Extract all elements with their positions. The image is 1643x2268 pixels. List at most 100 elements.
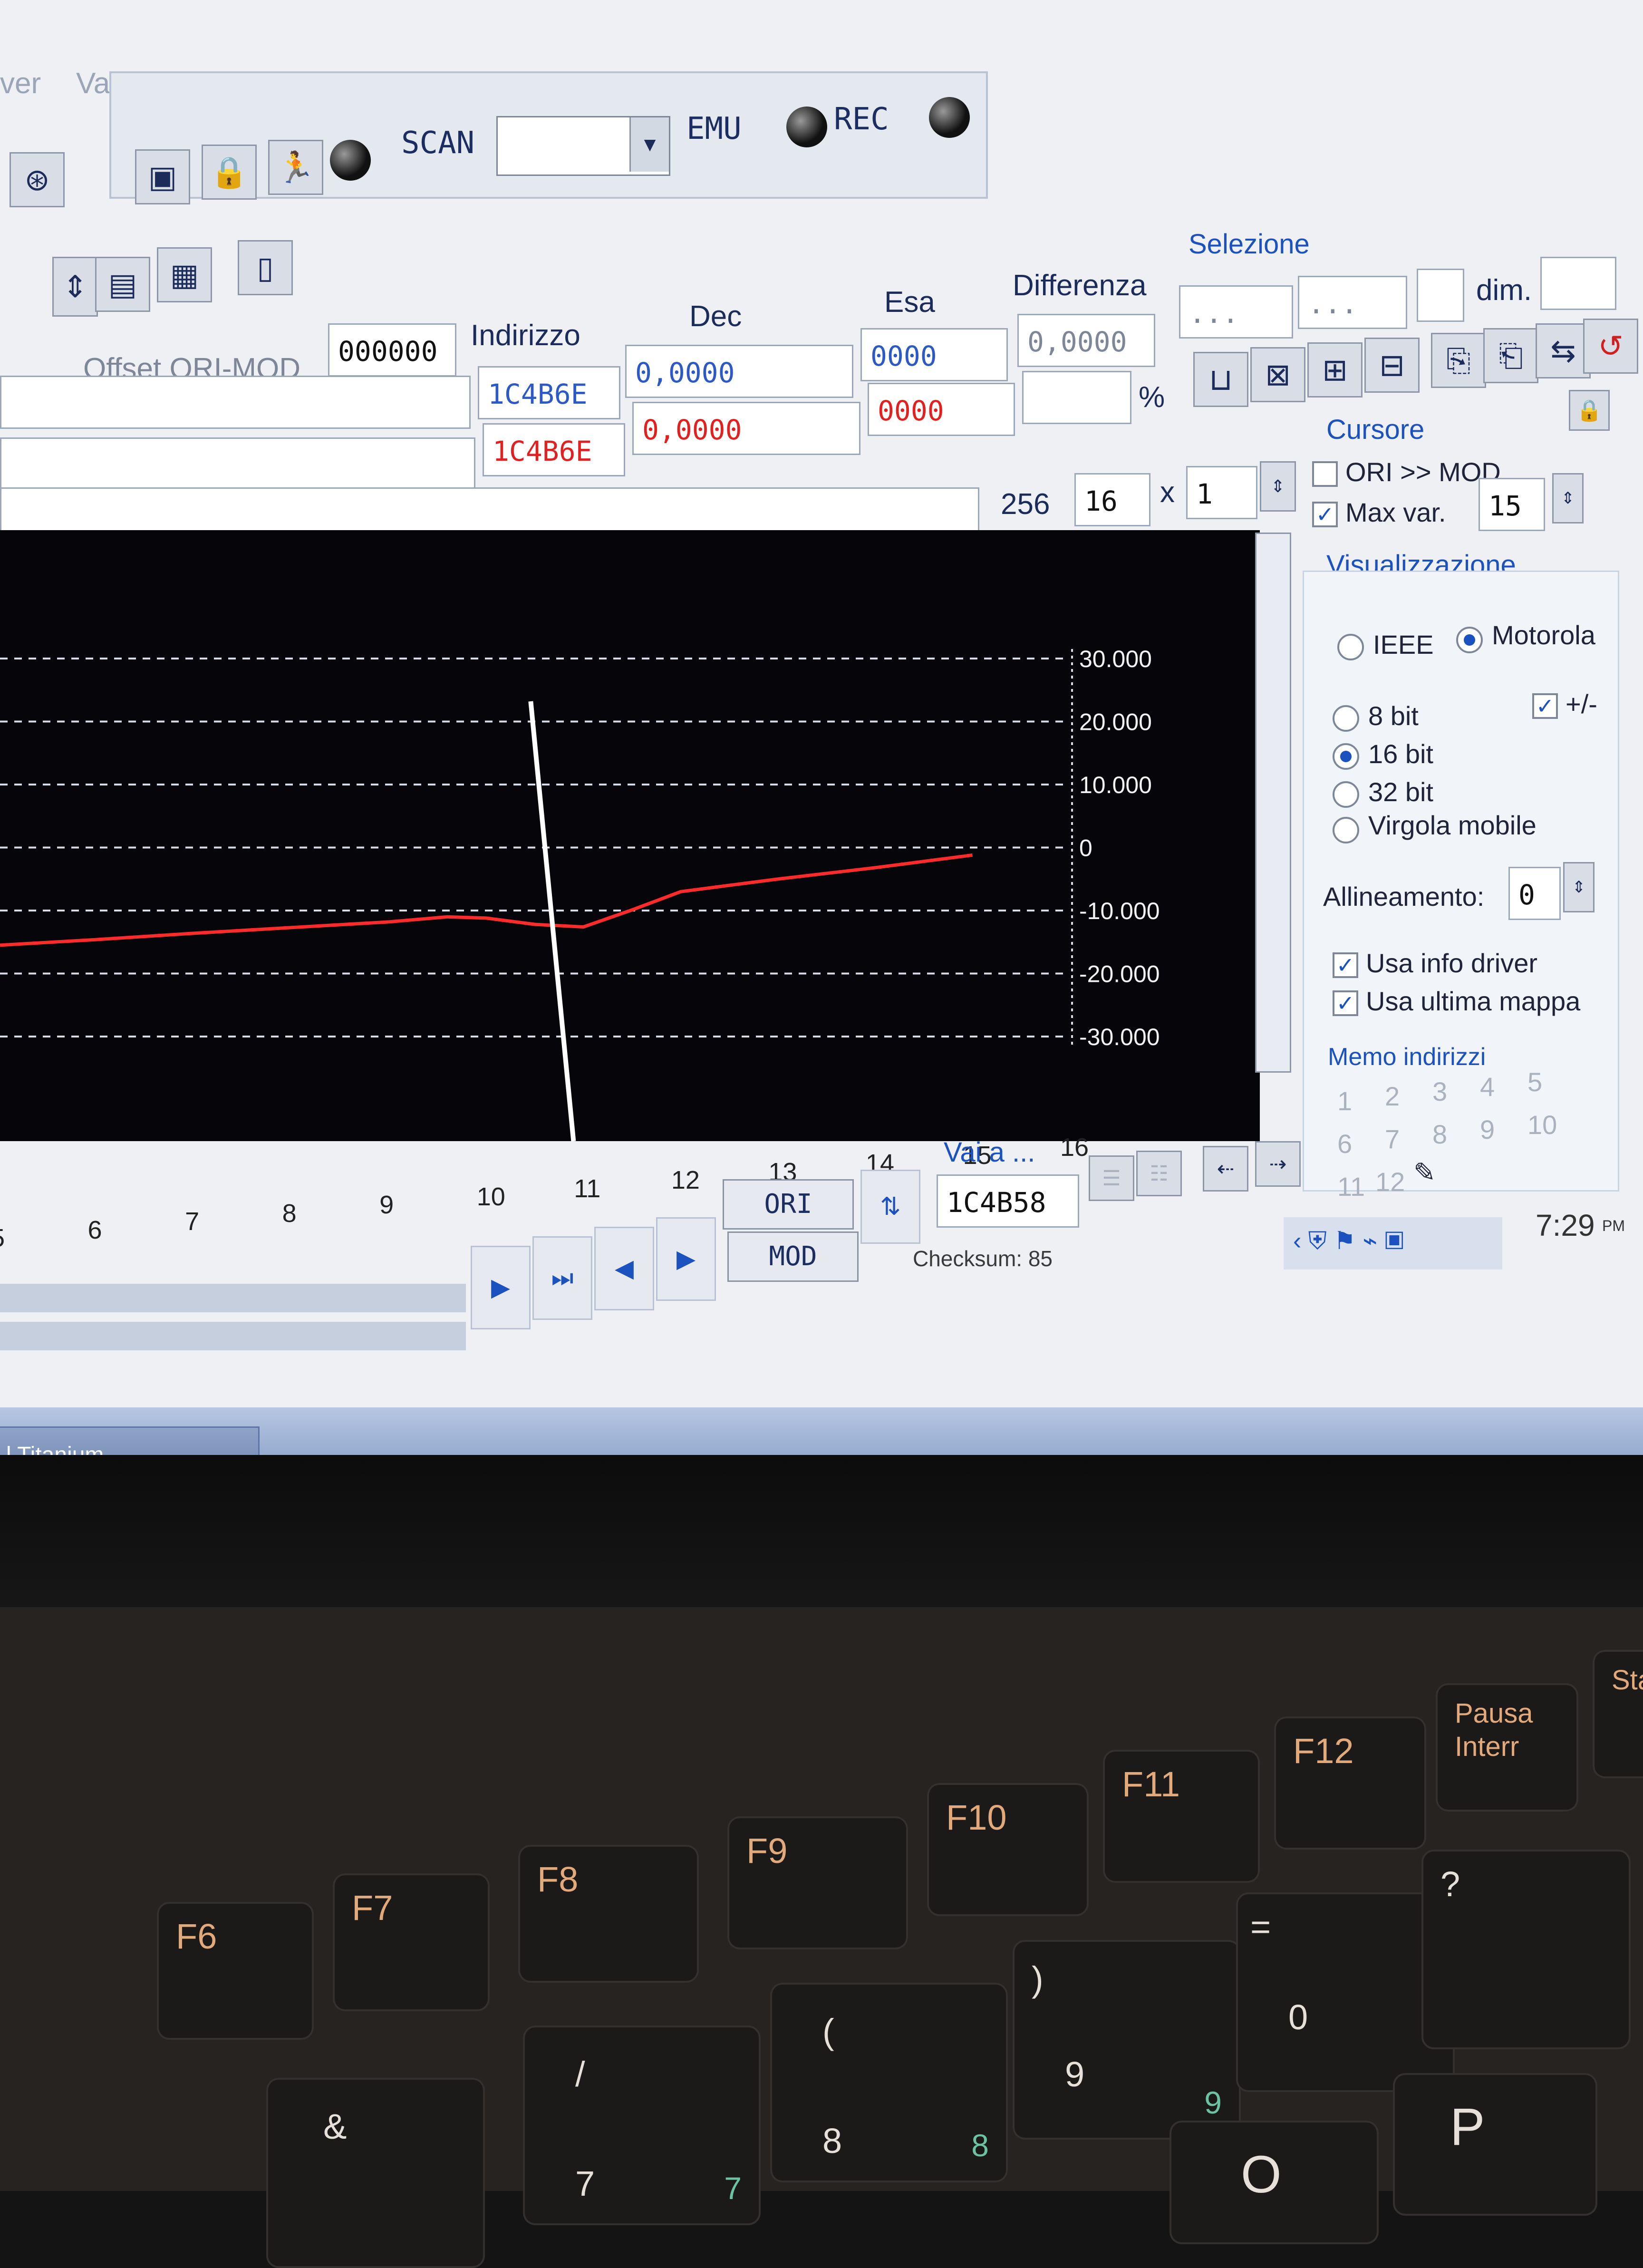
allineamento-field[interactable]: 0 xyxy=(1508,867,1561,920)
key-9[interactable]: ) 9 9 xyxy=(1013,1940,1241,2140)
cursor-line[interactable] xyxy=(528,701,576,1141)
key-8[interactable]: ( 8 8 xyxy=(770,1983,1008,2182)
bit16-radio[interactable] xyxy=(1333,743,1359,770)
dim-field[interactable] xyxy=(1540,257,1616,310)
usa-info-driver-checkbox[interactable]: ✓ xyxy=(1333,952,1358,978)
mod-description-field[interactable] xyxy=(0,437,475,491)
horizontal-scrollbar[interactable] xyxy=(0,1284,466,1312)
memo-slot[interactable]: 9 xyxy=(1480,1114,1495,1145)
key-f8[interactable]: F8 xyxy=(518,1845,699,1983)
step-back-icon[interactable]: ◀ xyxy=(594,1227,654,1310)
tray-arrow-icon[interactable]: ‹ ⛨ ⚑ ⌁ ▣ xyxy=(1293,1227,1404,1256)
ori-esa-field[interactable]: 0000 xyxy=(860,328,1008,381)
tray-icons[interactable]: ‹ ⛨ ⚑ ⌁ ▣ xyxy=(1284,1217,1502,1270)
ori-differenza-field[interactable]: 0,0000 xyxy=(1017,314,1155,367)
bit32-radio[interactable] xyxy=(1333,781,1359,808)
memo-slot[interactable]: 12 xyxy=(1375,1166,1405,1197)
emu-label[interactable]: EMU xyxy=(686,111,742,146)
memo-slot[interactable]: 1 xyxy=(1337,1086,1352,1116)
paste-icon[interactable]: ⎗ xyxy=(1483,328,1538,383)
memo-slot[interactable]: 11 xyxy=(1337,1171,1365,1202)
text-view-icon[interactable]: ▯ xyxy=(238,240,293,295)
memo-list-icon[interactable]: ☰ xyxy=(1089,1155,1134,1201)
key-f12[interactable]: F12 xyxy=(1274,1716,1426,1850)
skip-end-icon[interactable]: ⏭ xyxy=(532,1236,592,1320)
table-icon[interactable]: ▣ xyxy=(135,149,190,204)
key-question[interactable]: ? xyxy=(1421,1850,1631,2049)
allineamento-spin-icon[interactable]: ⇕ xyxy=(1563,862,1595,912)
memo-slot[interactable]: 2 xyxy=(1385,1081,1400,1112)
scan-label[interactable]: SCAN xyxy=(401,126,474,161)
usa-ultima-mappa-checkbox[interactable]: ✓ xyxy=(1333,990,1358,1016)
key-f6[interactable]: F6 xyxy=(157,1902,314,2040)
clock[interactable]: 7:29 xyxy=(1536,1208,1595,1243)
ori-indirizzo-field[interactable]: 1C4B6E xyxy=(478,366,620,419)
chart-vertical-scrollbar[interactable] xyxy=(1255,533,1291,1073)
play-icon[interactable]: ▶ xyxy=(471,1246,531,1329)
memo-slot[interactable]: 5 xyxy=(1527,1066,1542,1097)
motorola-radio[interactable] xyxy=(1456,627,1483,653)
signed-checkbox[interactable]: ✓ xyxy=(1532,693,1558,719)
mod-dec-field[interactable]: 0,0000 xyxy=(632,402,860,455)
key-f9[interactable]: F9 xyxy=(727,1816,908,1949)
key-pausa[interactable]: Pausa Interr xyxy=(1436,1683,1578,1812)
mod-indirizzo-field[interactable]: 1C4B6E xyxy=(483,423,625,476)
row-edit-icon[interactable]: ⊟ xyxy=(1364,338,1420,393)
offset-value[interactable]: 000000 xyxy=(328,323,456,377)
memo-prev-icon[interactable]: ⇠ xyxy=(1203,1146,1248,1192)
mod-differenza-field[interactable] xyxy=(1022,371,1131,424)
binoculars-icon[interactable]: ⊛ xyxy=(10,152,65,207)
ori-mod-checkbox[interactable] xyxy=(1312,461,1338,487)
memo-slot[interactable]: 7 xyxy=(1385,1124,1400,1154)
spin-up-down-icon[interactable]: ⇕ xyxy=(52,257,98,317)
select-range-icon[interactable]: ⊔ xyxy=(1193,352,1248,407)
horizontal-scrollbar-2[interactable] xyxy=(0,1322,466,1350)
hex-view-icon[interactable]: ▦ xyxy=(157,247,212,302)
ieee-radio[interactable] xyxy=(1337,634,1364,660)
insert-column-icon[interactable]: ⊞ xyxy=(1307,342,1363,397)
map-view-icon[interactable]: ▤ xyxy=(95,257,150,312)
max-var-field[interactable]: 15 xyxy=(1479,478,1545,531)
size-spin-icon[interactable]: ⇕ xyxy=(1260,461,1296,512)
max-var-checkbox[interactable]: ✓ xyxy=(1312,502,1338,527)
ori-button[interactable]: ORI xyxy=(723,1179,854,1230)
chevron-down-icon[interactable]: ▼ xyxy=(629,117,669,172)
key-ampersand[interactable]: & xyxy=(266,2078,485,2268)
size-field-b[interactable]: 16 xyxy=(1074,473,1150,526)
key-7[interactable]: / 7 7 xyxy=(523,2026,761,2225)
key-sta[interactable]: Sta xyxy=(1593,1650,1643,1778)
memo-edit-icon[interactable]: ✎ xyxy=(1413,1157,1436,1188)
key-f10[interactable]: F10 xyxy=(927,1783,1089,1916)
selezione-field-c[interactable] xyxy=(1417,269,1464,322)
memo-slot[interactable]: 10 xyxy=(1527,1109,1557,1140)
bit8-radio[interactable] xyxy=(1333,705,1359,732)
transfer-icon[interactable]: ⇆ xyxy=(1536,323,1591,378)
memo-next-icon[interactable]: ⇢ xyxy=(1255,1141,1301,1187)
step-forward-icon[interactable]: ▶ xyxy=(656,1217,716,1301)
key-p[interactable]: P xyxy=(1393,2073,1597,2216)
key-o[interactable]: O xyxy=(1169,2121,1379,2244)
lock-icon[interactable]: 🔒 xyxy=(202,145,257,200)
max-var-spin-icon[interactable]: ⇕ xyxy=(1552,473,1584,523)
rec-label[interactable]: REC xyxy=(834,102,889,137)
run-icon[interactable]: 🏃 xyxy=(268,140,323,195)
mod-button[interactable]: MOD xyxy=(727,1231,859,1282)
menu-item-ver[interactable]: ver xyxy=(0,67,41,100)
lock-icon[interactable]: 🔒 xyxy=(1569,390,1610,431)
mod-esa-field[interactable]: 0000 xyxy=(868,383,1015,436)
ori-dec-field[interactable]: 0,0000 xyxy=(625,345,853,398)
scan-combo[interactable]: ▼ xyxy=(496,116,670,176)
compare-icon[interactable]: ⇅ xyxy=(860,1170,920,1244)
vai-a-field[interactable]: 1C4B58 xyxy=(937,1174,1079,1228)
memo-slot[interactable]: 6 xyxy=(1337,1128,1352,1159)
reset-icon[interactable]: ↺ xyxy=(1583,319,1638,374)
clear-selection-icon[interactable]: ⊠ xyxy=(1250,347,1305,402)
ori-description-field[interactable] xyxy=(0,376,471,429)
key-f11[interactable]: F11 xyxy=(1103,1750,1260,1883)
size-field-c[interactable]: 1 xyxy=(1186,466,1257,519)
selezione-field-a[interactable]: ... xyxy=(1179,285,1293,339)
key-f7[interactable]: F7 xyxy=(333,1873,490,2011)
memo-slot[interactable]: 4 xyxy=(1480,1071,1495,1102)
selezione-field-b[interactable]: ... xyxy=(1298,276,1407,329)
memo-slot[interactable]: 3 xyxy=(1432,1076,1447,1107)
